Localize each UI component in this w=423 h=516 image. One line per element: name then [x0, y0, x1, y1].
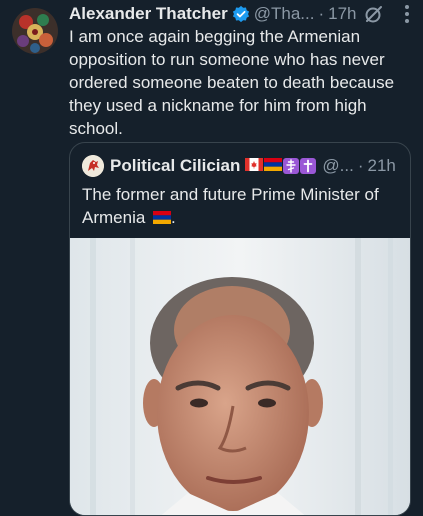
latin-cross-emoji: [300, 158, 317, 174]
quoted-author-name[interactable]: Political Cilician: [110, 156, 240, 176]
quoted-tweet-text-content: The former and future Prime Minister of …: [82, 185, 379, 227]
quoted-tweet-card[interactable]: Political Cilician @... · 21h The former…: [69, 142, 411, 516]
author-avatar[interactable]: [12, 8, 58, 54]
period: .: [171, 208, 176, 227]
grok-icon[interactable]: [364, 4, 384, 24]
armenia-flag: [264, 158, 283, 171]
more-options-icon[interactable]: [404, 2, 410, 24]
quoted-tweet-text: The former and future Prime Minister of …: [82, 183, 400, 229]
quoted-tweet-header: Political Cilician @... · 21h: [82, 154, 402, 178]
tweet-text: I am once again begging the Armenian opp…: [69, 27, 395, 138]
orthodox-cross-emoji: [283, 158, 300, 174]
separator-dot: ·: [357, 156, 364, 175]
quoted-tweet-photo[interactable]: [70, 238, 410, 515]
tweet-header: Alexander Thatcher @Tha... · 17h: [69, 2, 419, 26]
canada-flag: [245, 158, 264, 171]
verified-badge-icon: [232, 5, 250, 23]
separator-dot: ·: [318, 4, 325, 23]
author-name[interactable]: Alexander Thatcher: [69, 4, 228, 24]
tweet-timestamp[interactable]: 17h: [328, 4, 356, 24]
author-handle[interactable]: @Tha...: [254, 4, 315, 24]
armenia-flag: [153, 211, 172, 224]
quoted-tweet-timestamp[interactable]: 21h: [367, 156, 395, 176]
quoted-author-avatar[interactable]: [82, 155, 104, 177]
quoted-author-handle[interactable]: @...: [322, 156, 353, 176]
author-flags: [245, 158, 317, 174]
